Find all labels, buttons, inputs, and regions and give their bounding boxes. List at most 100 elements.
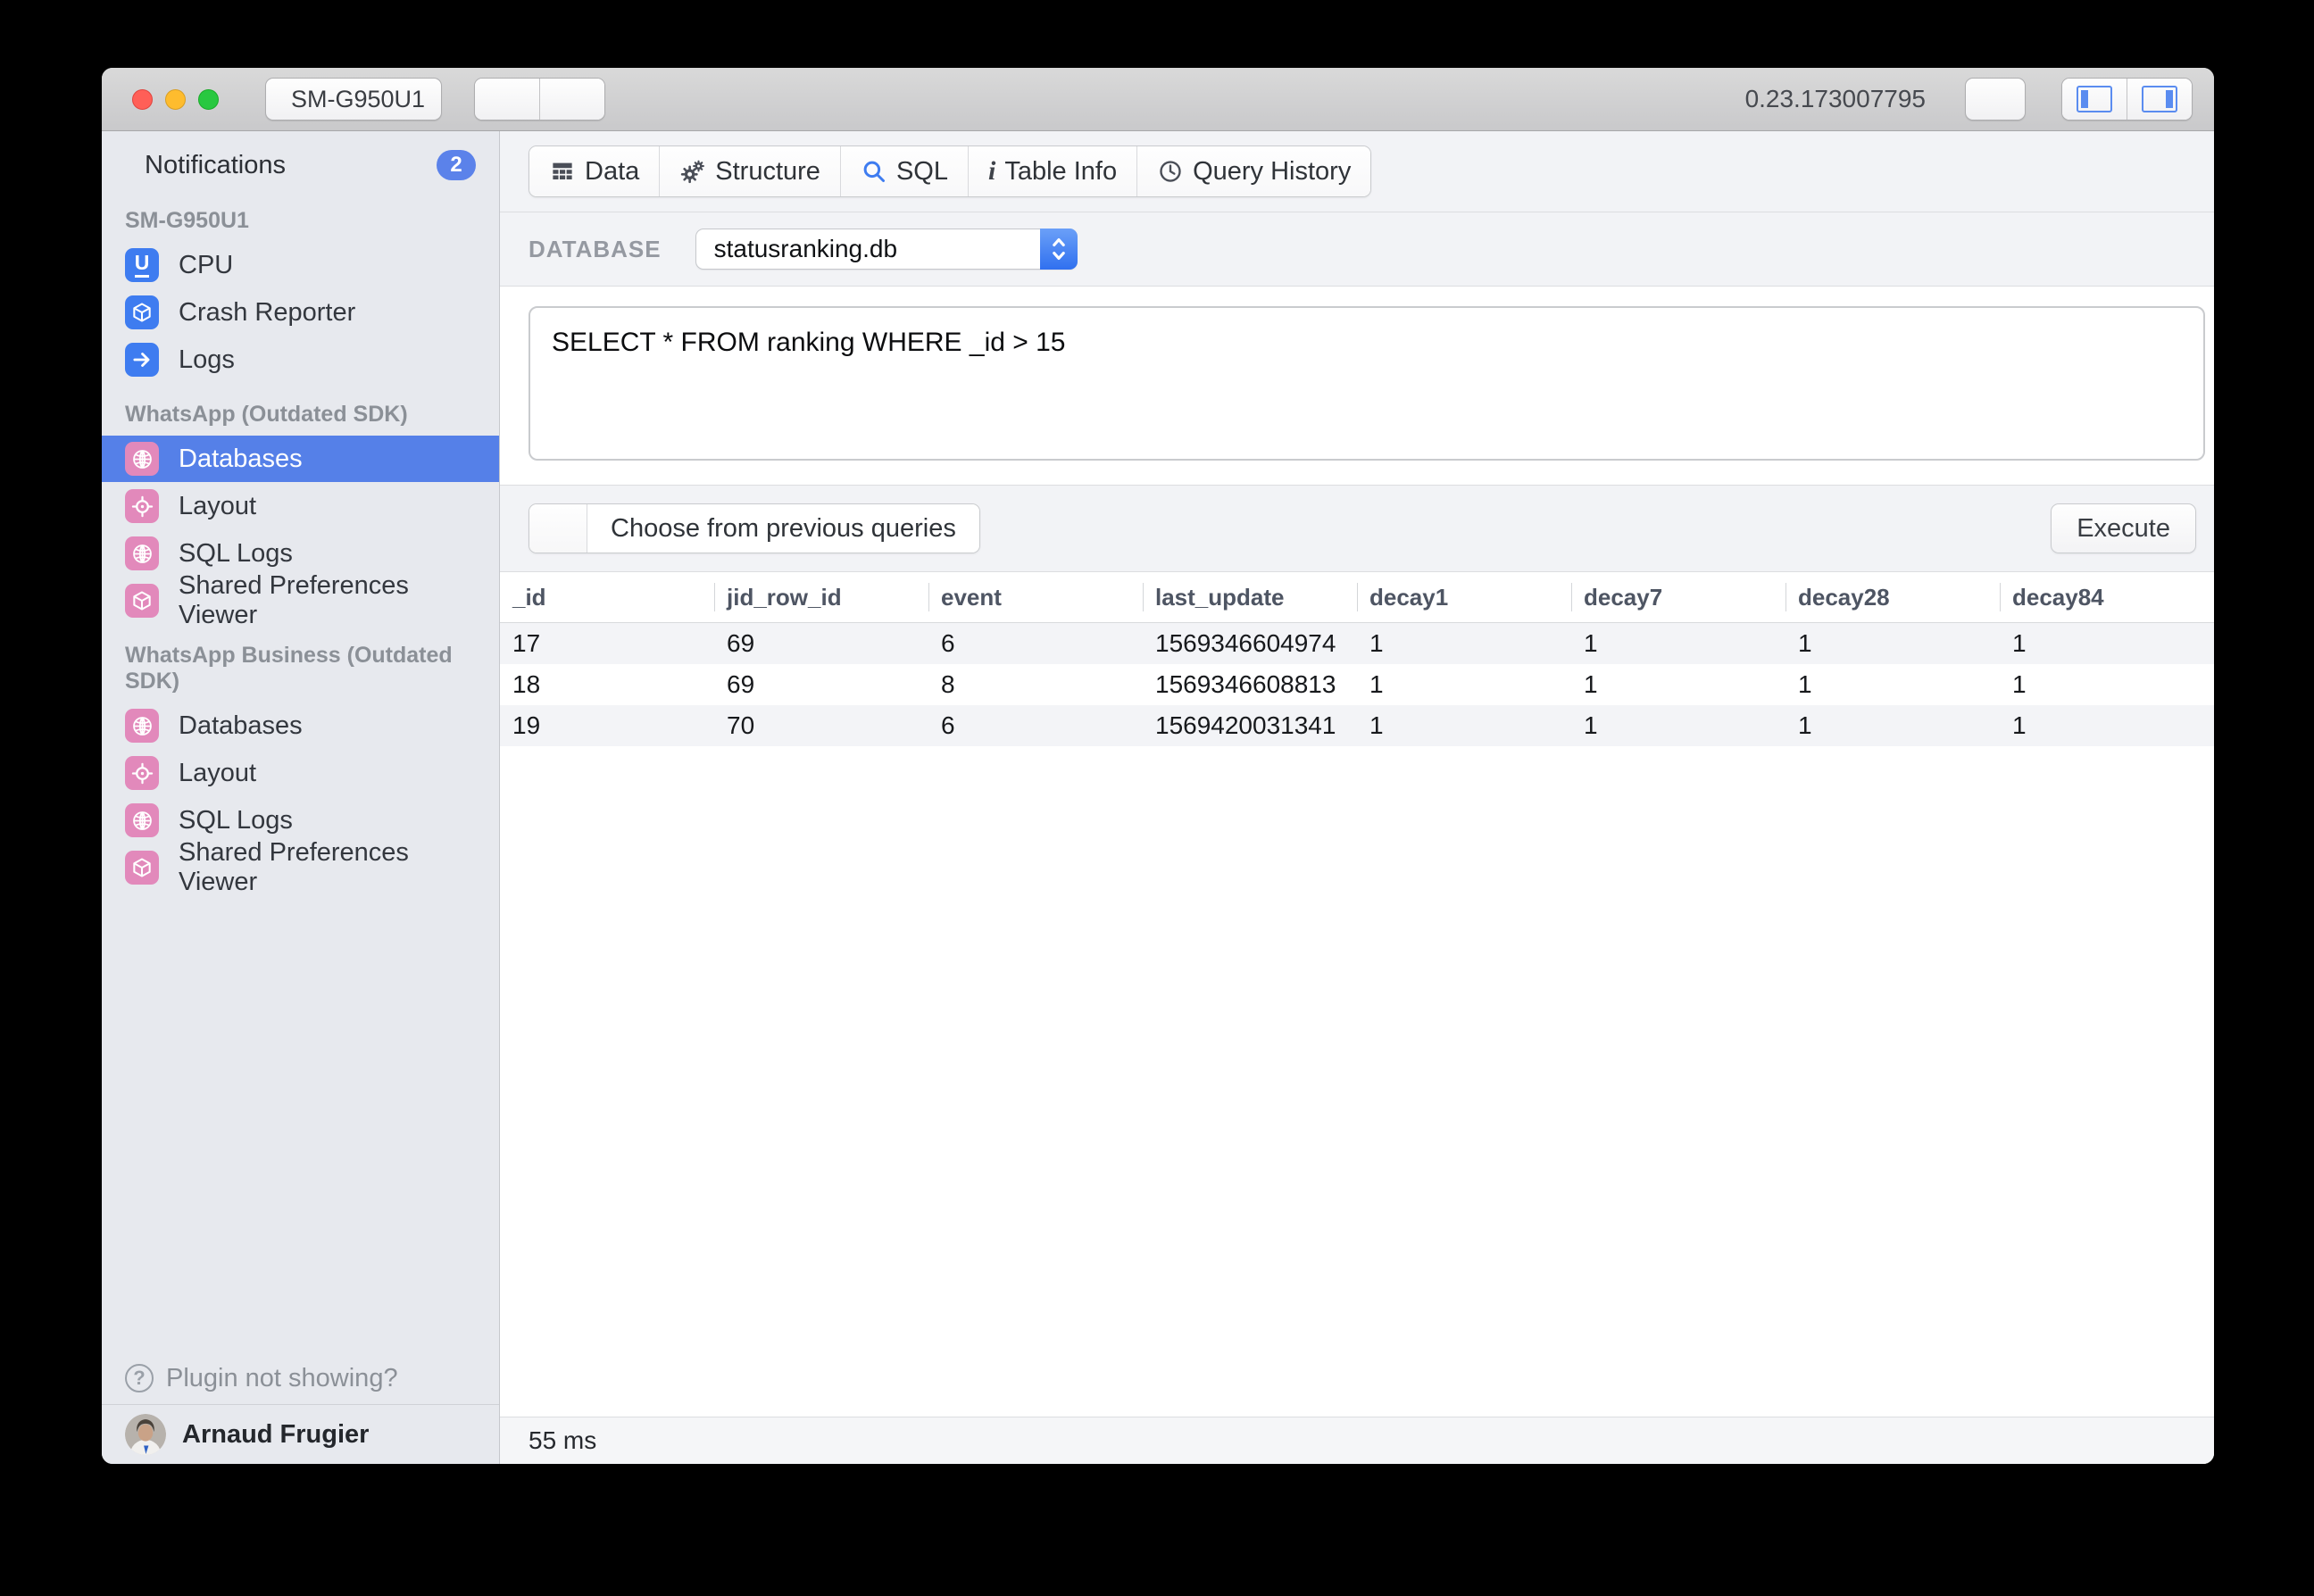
tab-query-history[interactable]: Query History	[1136, 146, 1370, 196]
sidebar-section-header: WhatsApp Business (Outdated SDK)	[102, 625, 499, 702]
table-cell: 1569420031341	[1143, 705, 1357, 746]
sidebar-item-shared-preferences-viewer[interactable]: Shared Preferences Viewer	[102, 578, 499, 624]
table-cell: 8	[928, 664, 1143, 705]
query-status-bar: 55 ms	[500, 1417, 2214, 1464]
table-cell: 1	[1571, 664, 1785, 705]
sidebar-item-label: Databases	[179, 711, 303, 741]
sidebar-item-label: Crash Reporter	[179, 298, 355, 328]
sidebar-item-logs[interactable]: Logs	[102, 337, 499, 383]
tab-structure[interactable]: Structure	[659, 146, 840, 196]
tab-table-info[interactable]: iTable Info	[968, 146, 1136, 196]
info-icon: i	[988, 158, 995, 185]
table-cell: 18	[500, 664, 714, 705]
table-row[interactable]: 1869815693466088131111	[500, 664, 2214, 705]
table-cell: 19	[500, 705, 714, 746]
toggle-right-sidebar-button[interactable]	[2127, 79, 2192, 120]
favorite-query-button[interactable]	[529, 504, 587, 553]
execute-button[interactable]: Execute	[2051, 503, 2196, 553]
tab-label: Query History	[1193, 157, 1351, 187]
column-header-decay28[interactable]: decay28	[1785, 572, 2000, 623]
sidebar-item-databases[interactable]: Databases	[102, 436, 499, 482]
close-button[interactable]	[132, 89, 153, 110]
bug-report-button[interactable]	[1965, 78, 2026, 121]
sidebar-item-label: Layout	[179, 759, 256, 788]
sidebar-item-cpu[interactable]: UCPU	[102, 242, 499, 288]
target-icon	[125, 489, 159, 523]
magnifier-icon	[861, 158, 887, 185]
notifications-badge: 2	[437, 150, 476, 180]
traffic-lights	[132, 89, 219, 110]
left-panel-icon	[2077, 86, 2112, 112]
user-account-row[interactable]: Arnaud Frugier	[102, 1404, 499, 1464]
database-bar: DATABASE statusranking.db	[500, 212, 2214, 287]
table-row[interactable]: 1970615694200313411111	[500, 705, 2214, 746]
screen-record-button[interactable]	[539, 79, 604, 120]
database-label: DATABASE	[529, 236, 662, 263]
table-cell: 1	[1785, 705, 2000, 746]
zoom-button[interactable]	[198, 89, 219, 110]
table-row[interactable]: 1769615693466049741111	[500, 623, 2214, 665]
sidebar-item-layout[interactable]: Layout	[102, 750, 499, 796]
gears-icon	[679, 158, 706, 185]
table-cell: 1	[1357, 664, 1571, 705]
clock-icon	[1157, 158, 1184, 185]
table-cell: 6	[928, 705, 1143, 746]
column-header-id[interactable]: _id	[500, 572, 714, 623]
minimize-button[interactable]	[165, 89, 186, 110]
globe-icon	[125, 536, 159, 570]
table-cell: 1	[1357, 623, 1571, 665]
sidebar-item-label: Shared Preferences Viewer	[179, 571, 476, 630]
table-cell: 1569346604974	[1143, 623, 1357, 665]
database-select[interactable]: statusranking.db	[695, 229, 1078, 270]
database-select-value: statusranking.db	[714, 235, 897, 263]
sidebar-item-layout[interactable]: Layout	[102, 483, 499, 529]
cube-icon	[125, 851, 159, 885]
sidebar-item-crash-reporter[interactable]: Crash Reporter	[102, 289, 499, 336]
sidebar-item-sql-logs[interactable]: SQL Logs	[102, 530, 499, 577]
sidebar-item-label: CPU	[179, 251, 233, 280]
screenshot-button[interactable]	[475, 79, 539, 120]
plugin-help-label: Plugin not showing?	[166, 1364, 398, 1393]
sidebar-item-label: Shared Preferences Viewer	[179, 838, 476, 897]
table-cell: 1	[2000, 705, 2214, 746]
table-cell: 1	[1571, 623, 1785, 665]
sidebar-item-label: SQL Logs	[179, 539, 293, 569]
sidebar-item-label: Logs	[179, 345, 235, 375]
tab-sql[interactable]: SQL	[840, 146, 968, 196]
table-cell: 1	[1357, 705, 1571, 746]
flipper-window: SM-G950U1 0.23.173007795	[102, 68, 2214, 1464]
column-header-jid-row-id[interactable]: jid_row_id	[714, 572, 928, 623]
sidebar-item-databases[interactable]: Databases	[102, 702, 499, 749]
sidebar-item-shared-preferences-viewer[interactable]: Shared Preferences Viewer	[102, 844, 499, 891]
sidebar-item-label: SQL Logs	[179, 806, 293, 835]
question-circle-icon: ?	[125, 1364, 154, 1392]
select-stepper-icon	[1040, 229, 1078, 270]
sidebar: Notifications 2 SM-G950U1UCPU Crash Repor…	[102, 131, 500, 1464]
sidebar-item-notifications[interactable]: Notifications 2	[102, 140, 499, 190]
right-panel-icon	[2142, 86, 2177, 112]
toggle-left-sidebar-button[interactable]	[2062, 79, 2127, 120]
sidebar-item-sql-logs[interactable]: SQL Logs	[102, 797, 499, 844]
column-header-decay7[interactable]: decay7	[1571, 572, 1785, 623]
column-header-decay84[interactable]: decay84	[2000, 572, 2214, 623]
previous-queries-group: Choose from previous queries	[529, 503, 980, 553]
column-header-decay1[interactable]: decay1	[1357, 572, 1571, 623]
sidebar-section-header: SM-G950U1	[102, 190, 499, 241]
results-table-area: _idjid_row_ideventlast_updatedecay1decay…	[500, 572, 2214, 1417]
table-cell: 69	[714, 664, 928, 705]
tab-data[interactable]: Data	[529, 146, 659, 196]
table-cell: 1	[1785, 664, 2000, 705]
query-input[interactable]: SELECT * FROM ranking WHERE _id > 15	[529, 306, 2205, 461]
choose-previous-queries-button[interactable]: Choose from previous queries	[587, 504, 979, 553]
globe-icon	[125, 442, 159, 476]
column-header-last-update[interactable]: last_update	[1143, 572, 1357, 623]
main-panel: DataStructureSQLiTable Info Query History…	[500, 131, 2214, 1464]
table-cell: 69	[714, 623, 928, 665]
plugin-help-link[interactable]: ? Plugin not showing?	[102, 1352, 499, 1404]
column-header-event[interactable]: event	[928, 572, 1143, 623]
notifications-label: Notifications	[145, 151, 417, 180]
device-selector-button[interactable]: SM-G950U1	[265, 78, 442, 121]
avatar	[125, 1414, 166, 1455]
sidebar-sections: SM-G950U1UCPU Crash Reporter Logs WhatsApp …	[102, 190, 499, 892]
sidebar-item-label: Databases	[179, 445, 303, 474]
